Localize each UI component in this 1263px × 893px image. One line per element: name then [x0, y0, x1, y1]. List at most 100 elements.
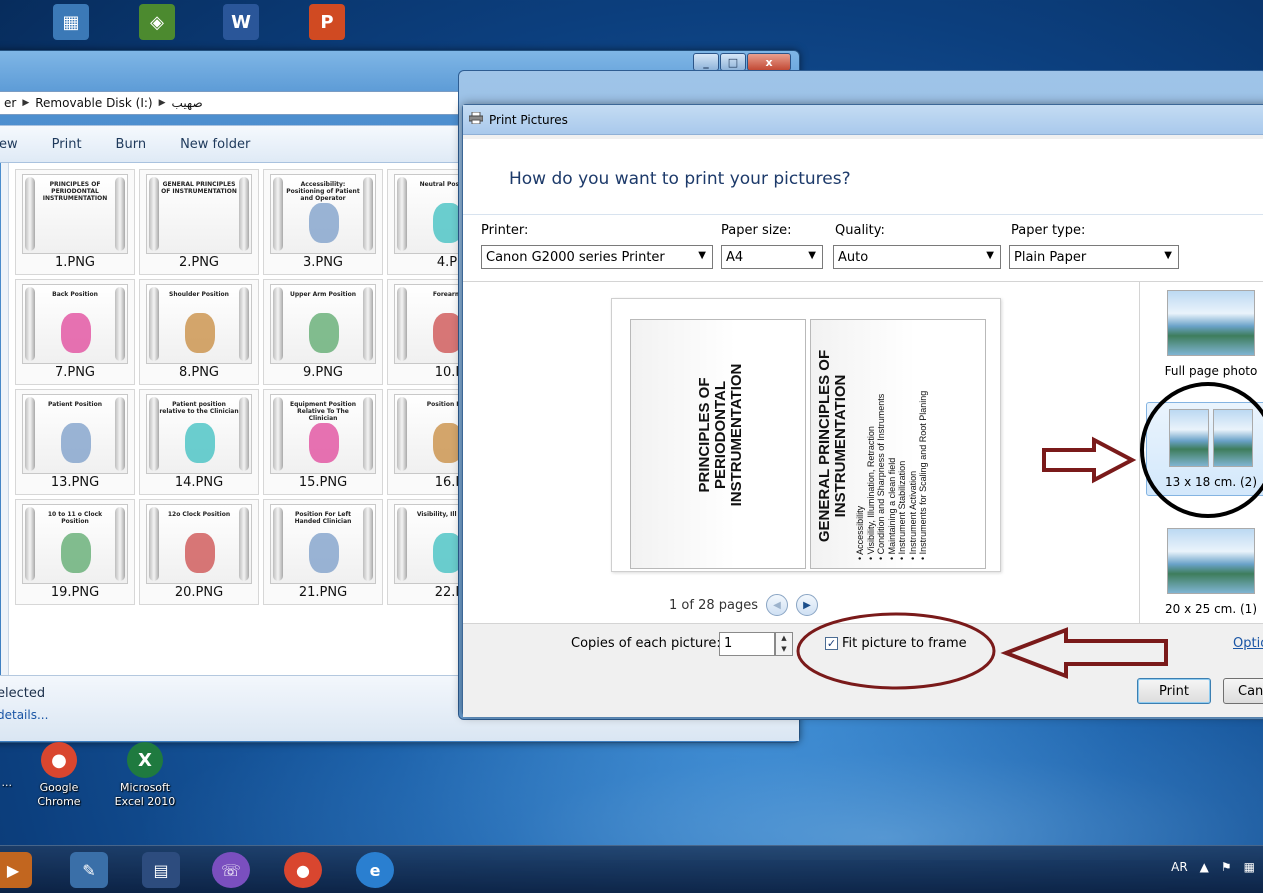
slide-title: Patient Position — [48, 401, 102, 408]
preview-right-bullets: • Accessibility • Visibility, Illuminatio… — [855, 334, 929, 560]
layout-13x18-two[interactable]: 13 x 18 cm. (2) — [1146, 402, 1263, 496]
slide-preview: Back Position — [22, 284, 128, 364]
minimize-button[interactable]: _ — [693, 53, 719, 71]
media-player-icon[interactable]: ▶ — [0, 852, 32, 888]
language-indicator[interactable]: AR — [1171, 860, 1188, 874]
quality-select[interactable]: Auto ▼ — [833, 245, 1001, 269]
file-name: 14.PNG — [174, 475, 224, 490]
desktop-icon-label: Google Chrome — [37, 781, 81, 808]
preview-bullet: • Visibility, Illumination, Retraction — [865, 426, 876, 560]
excel-icon: X — [127, 742, 163, 778]
desktop-icon[interactable]: ● Google Chrome — [18, 742, 100, 809]
preview-slide-left: PRINCIPLES OF PERIODONTAL INSTRUMENTATIO… — [630, 319, 806, 569]
slide-preview: 10 to 11 o Clock Position — [22, 504, 128, 584]
dialog-titlebar: Print Pictures — [463, 105, 1263, 135]
layout-13x18-preview — [1147, 409, 1263, 467]
action-center-icon[interactable]: ⚑ — [1221, 860, 1232, 874]
page-count: 1 of 28 pages — [669, 597, 758, 613]
fit-picture-checkbox[interactable]: ✓ — [825, 637, 838, 650]
file-thumbnail[interactable]: PRINCIPLES OF PERIODONTAL INSTRUMENTATIO… — [15, 169, 135, 275]
previous-page-button[interactable]: ◀ — [765, 594, 788, 616]
layout-full-page-photo[interactable]: Full page photo — [1146, 290, 1263, 378]
view-button[interactable]: ew — [0, 137, 18, 152]
preview-pager: 1 of 28 pages ◀ ▶ — [669, 594, 818, 616]
breadcrumb-separator-icon: ▶ — [158, 98, 166, 108]
close-button[interactable]: x — [747, 53, 791, 71]
cancel-button[interactable]: Can — [1223, 678, 1263, 704]
print-button[interactable]: Print — [1137, 678, 1211, 704]
layout-list: Full page photo 13 x 18 cm. (2) 20 x 25 … — [1139, 282, 1263, 623]
burn-button[interactable]: Burn — [116, 137, 147, 152]
desktop-icon[interactable]: ▦ — [30, 4, 112, 40]
desktop-icon[interactable]: X Microsoft Excel 2010 — [104, 742, 186, 809]
dialog-title: Print Pictures — [489, 112, 568, 127]
file-thumbnail[interactable]: Upper Arm Position 9.PNG — [263, 279, 383, 385]
paper-size-select[interactable]: A4 ▼ — [721, 245, 823, 269]
breadcrumb-drive[interactable]: Removable Disk (I:) — [35, 96, 152, 110]
slide-title: GENERAL PRINCIPLES OF INSTRUMENTATION — [161, 181, 237, 195]
copies-stepper[interactable]: ▲ ▼ — [775, 632, 793, 656]
file-thumbnail[interactable]: Patient Position 13.PNG — [15, 389, 135, 495]
slide-title: Shoulder Position — [169, 291, 229, 298]
options-link[interactable]: Optio — [1233, 636, 1263, 651]
address-bar[interactable]: er ▶ Removable Disk (I:) ▶ صهيب — [0, 91, 465, 115]
desktop-icon[interactable]: P — [286, 4, 368, 40]
printer-value: Canon G2000 series Printer — [486, 249, 665, 265]
network-icon[interactable]: ▦ — [1244, 860, 1255, 874]
slide-title: Back Position — [52, 291, 98, 298]
viber-icon[interactable]: ☏ — [212, 852, 250, 888]
maximize-button[interactable]: □ — [720, 53, 746, 71]
file-name: 21.PNG — [298, 585, 348, 600]
slide-preview: Patient position relative to the Clinici… — [146, 394, 252, 474]
preview-left-title: PRINCIPLES OF PERIODONTAL INSTRUMENTATIO… — [696, 363, 745, 507]
copies-input[interactable]: 1 — [719, 632, 775, 656]
file-thumbnail[interactable]: Position For Left Handed Clinician 21.PNG — [263, 499, 383, 605]
file-thumbnail[interactable]: GENERAL PRINCIPLES OF INSTRUMENTATION 2.P… — [139, 169, 259, 275]
paper-type-select[interactable]: Plain Paper ▼ — [1009, 245, 1179, 269]
landscape-thumbnail-icon — [1213, 409, 1253, 467]
fit-picture-label: Fit picture to frame — [842, 636, 967, 651]
print-toolbar-button[interactable]: Print — [52, 137, 82, 152]
fit-picture-row[interactable]: ✓ Fit picture to frame — [825, 636, 967, 651]
printer-select[interactable]: Canon G2000 series Printer ▼ — [481, 245, 713, 269]
desktop-icon[interactable]: W — [200, 4, 282, 40]
slide-preview: Equipment Position Relative To The Clini… — [270, 394, 376, 474]
show-details-link[interactable]: details... — [0, 708, 48, 722]
file-name: 15.PNG — [298, 475, 348, 490]
stepper-up-icon[interactable]: ▲ — [776, 633, 792, 644]
next-page-button[interactable]: ▶ — [795, 594, 818, 616]
tray-expand-icon[interactable]: ▲ — [1200, 860, 1209, 874]
slide-title: Patient position relative to the Clinici… — [159, 401, 239, 415]
new-folder-button[interactable]: New folder — [180, 137, 250, 152]
chrome-icon[interactable]: ● — [284, 852, 322, 888]
desktop-icon-partial[interactable]: ... — [0, 752, 13, 790]
internet-explorer-icon[interactable]: e — [356, 852, 394, 888]
file-thumbnail[interactable]: Back Position 7.PNG — [15, 279, 135, 385]
file-thumbnail[interactable]: Accessibility: Positioning of Patient an… — [263, 169, 383, 275]
word-icon: W — [223, 4, 259, 40]
breadcrumb-computer[interactable]: er — [4, 96, 16, 110]
paper-type-value: Plain Paper — [1014, 249, 1087, 265]
app-icon[interactable]: ▤ — [142, 852, 180, 888]
landscape-thumbnail-icon — [1169, 409, 1209, 467]
file-thumbnail[interactable]: Shoulder Position 8.PNG — [139, 279, 259, 385]
file-thumbnail[interactable]: Patient position relative to the Clinici… — [139, 389, 259, 495]
slide-illustration — [61, 423, 91, 463]
file-thumbnail[interactable]: 10 to 11 o Clock Position 19.PNG — [15, 499, 135, 605]
powerpoint-icon: P — [309, 4, 345, 40]
slide-preview: GENERAL PRINCIPLES OF INSTRUMENTATION — [146, 174, 252, 254]
desktop-icon[interactable]: ◈ — [116, 4, 198, 40]
slide-preview: 12o Clock Position — [146, 504, 252, 584]
preview-bullet: • Condition and Sharpness of Instruments — [876, 393, 886, 560]
taskbar: ▶ ✎ ▤ ☏ ● e AR ▲ ⚑ ▦ — [0, 845, 1263, 893]
landscape-thumbnail-icon — [1167, 290, 1255, 356]
stepper-down-icon[interactable]: ▼ — [776, 644, 792, 655]
layout-20x25-one[interactable]: 20 x 25 cm. (1) — [1146, 528, 1263, 616]
desktop-icon-label: ... — [1, 776, 13, 789]
paper-type-label: Paper type: — [1011, 223, 1086, 238]
printer-icon — [468, 111, 484, 127]
file-thumbnail[interactable]: 12o Clock Position 20.PNG — [139, 499, 259, 605]
breadcrumb-folder[interactable]: صهيب — [172, 96, 203, 110]
paint-icon[interactable]: ✎ — [70, 852, 108, 888]
file-thumbnail[interactable]: Equipment Position Relative To The Clini… — [263, 389, 383, 495]
